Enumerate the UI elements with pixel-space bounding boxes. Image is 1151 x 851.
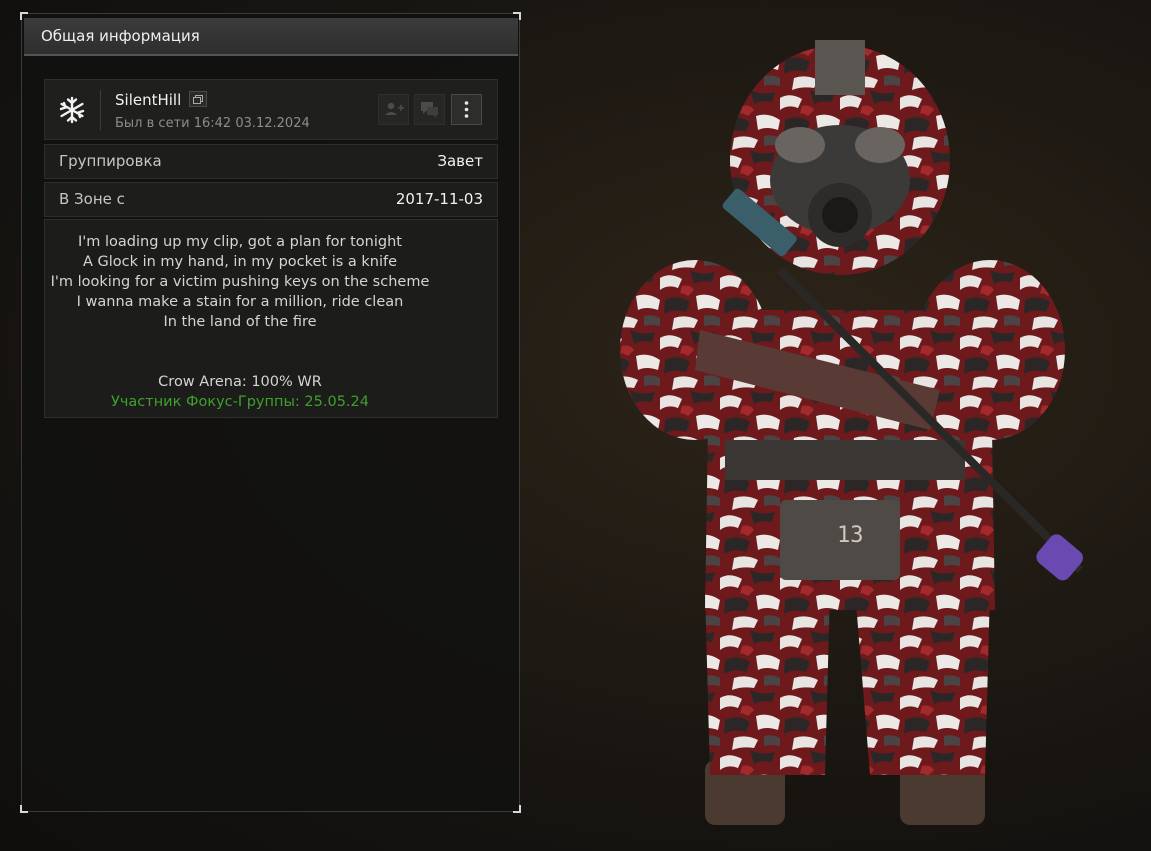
message-button[interactable]	[414, 94, 445, 125]
zone-since-row: В Зоне с 2017-11-03	[44, 182, 498, 217]
bio-line: I wanna make a stain for a million, ride…	[76, 294, 404, 310]
snowflake-emblem-icon	[59, 96, 85, 124]
armor-number: 13	[837, 523, 864, 548]
username: SilentHill	[115, 91, 182, 109]
bio-line: I'm looking for a victim pushing keys on…	[50, 274, 430, 290]
panel-corner	[513, 805, 521, 813]
faction-label: Группировка	[59, 152, 162, 170]
panel-title: Общая информация	[24, 18, 518, 56]
zone-since-label: В Зоне с	[59, 190, 125, 208]
arena-stat: Crow Arena: 100% WR	[158, 374, 322, 390]
bio-text-area[interactable]: I'm loading up my clip, got a plan for t…	[44, 219, 498, 418]
zone-since-value: 2017-11-03	[395, 190, 483, 208]
focus-group-badge: Участник Фокус-Группы: 25.05.24	[111, 394, 369, 410]
more-options-button[interactable]	[451, 94, 482, 125]
add-friend-icon	[385, 102, 404, 115]
panel-corner	[20, 805, 28, 813]
profile-card: SilentHill Был в сети 16:42 03.12.2024	[44, 79, 498, 140]
character-model: 13	[620, 40, 1083, 825]
faction-row: Группировка Завет	[44, 144, 498, 179]
bio-line: A Glock in my hand, in my pocket is a kn…	[82, 254, 398, 270]
chat-icon	[421, 102, 438, 118]
copy-username-button[interactable]	[189, 91, 207, 107]
general-info-panel: Общая информация SilentHill Был в сети 1…	[20, 12, 521, 813]
add-friend-button[interactable]	[378, 94, 409, 125]
bio-lines: I'm loading up my clip, got a plan for t…	[45, 232, 435, 412]
more-vertical-icon	[464, 101, 469, 118]
bio-line: I'm loading up my clip, got a plan for t…	[78, 234, 402, 250]
last-seen-status: Был в сети 16:42 03.12.2024	[115, 116, 310, 131]
faction-value: Завет	[437, 152, 483, 170]
avatar-divider	[100, 90, 101, 130]
bio-line: In the land of the fire	[163, 314, 317, 330]
